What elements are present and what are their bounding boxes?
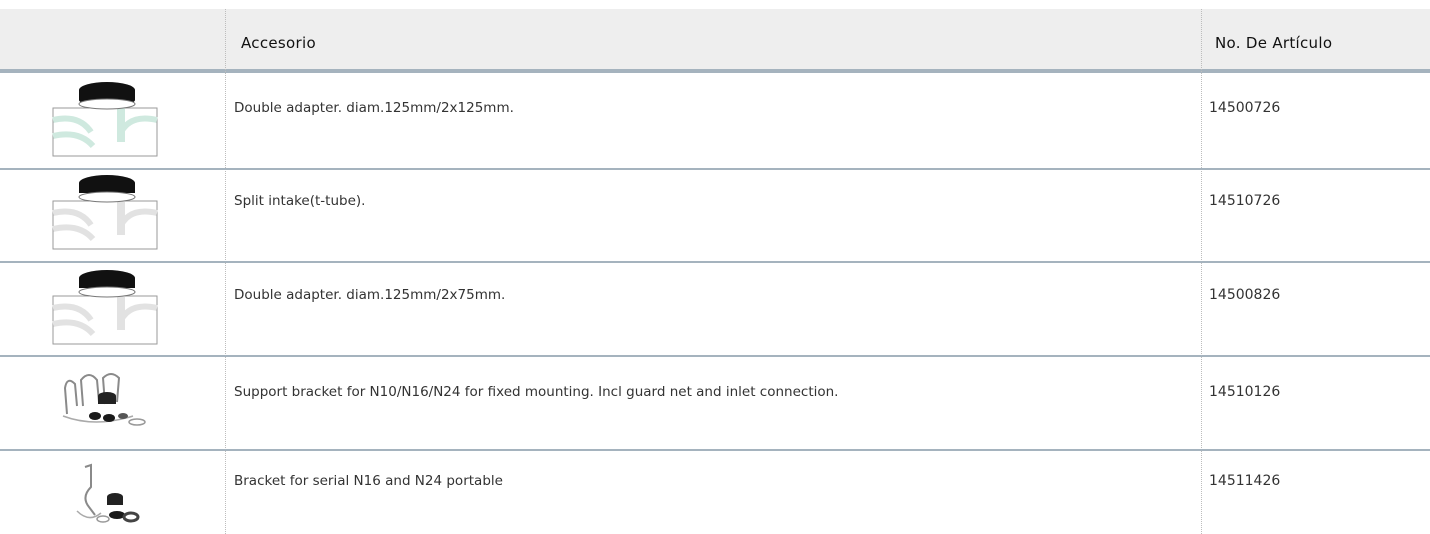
row-article-number: 14510126 [1209,384,1281,400]
header-article-number: No. De Artículo [1215,34,1333,52]
table-row: Support bracket for N10/N16/N24 for fixe… [0,357,1430,451]
row-article-number: 14511426 [1209,473,1281,489]
row-article-number: 14500826 [1209,287,1281,303]
t-adapter-grey-icon [40,172,170,252]
row-description: Double adapter. diam.125mm/2x125mm. [234,100,514,116]
row-article-number: 14510726 [1209,193,1281,209]
table-row: Bracket for serial N16 and N24 portable … [0,451,1430,534]
table-row: Split intake(t-tube). 14510726 [0,170,1430,263]
t-adapter-green-icon [40,79,170,159]
header-accessory: Accesorio [241,34,316,52]
support-bracket-icon [40,361,170,441]
row-description: Bracket for serial N16 and N24 portable [234,473,503,489]
row-description: Split intake(t-tube). [234,193,366,209]
row-description: Support bracket for N10/N16/N24 for fixe… [234,384,839,400]
table-row: Double adapter. diam.125mm/2x75mm. 14500… [0,263,1430,357]
row-article-number: 14500726 [1209,100,1281,116]
accessories-table: Accesorio No. De Artículo Double adapter… [0,0,1430,534]
t-adapter-grey-icon [40,267,170,347]
portable-bracket-icon [40,453,170,533]
table-row: Double adapter. diam.125mm/2x125mm. 1450… [0,73,1430,170]
row-description: Double adapter. diam.125mm/2x75mm. [234,287,506,303]
